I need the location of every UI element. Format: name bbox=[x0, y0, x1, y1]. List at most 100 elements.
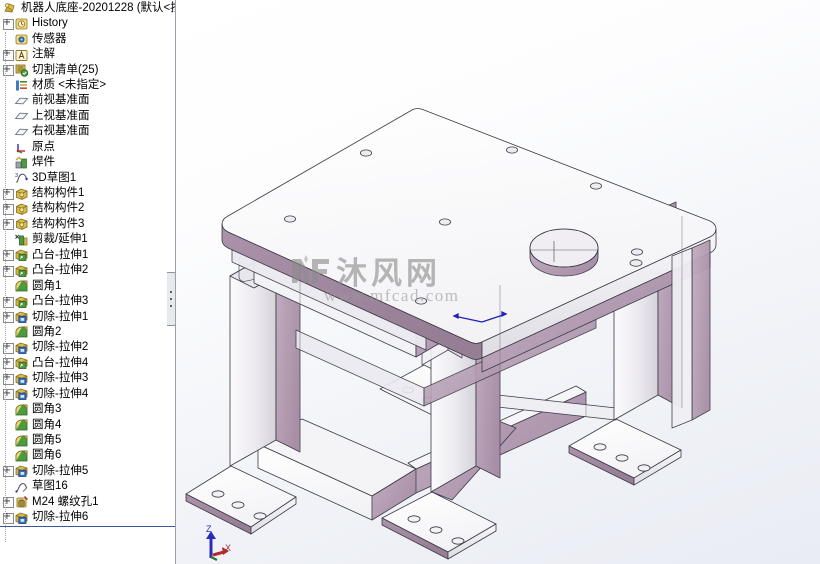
expand-toggle-icon[interactable] bbox=[2, 248, 14, 262]
axis-label-z: Z bbox=[206, 524, 212, 534]
tree-item-10[interactable]: 焊件 bbox=[0, 155, 175, 170]
expand-toggle-icon[interactable] bbox=[2, 16, 14, 30]
leg-far-corner bbox=[671, 239, 711, 429]
tree-item-label: 切除-拉伸4 bbox=[32, 387, 89, 400]
expand-toggle-icon[interactable] bbox=[2, 371, 14, 385]
tree-item-8[interactable]: 右视基准面 bbox=[0, 124, 175, 139]
plane-icon bbox=[14, 125, 29, 139]
expand-toggle-icon[interactable] bbox=[2, 47, 14, 61]
tree-item-label: 圆角6 bbox=[32, 449, 62, 462]
structural-member-icon bbox=[14, 202, 29, 216]
tree-item-label: 草图16 bbox=[32, 480, 68, 493]
tree-item-30[interactable]: 切除-拉伸5 bbox=[0, 464, 175, 479]
splitter-grip-dot bbox=[170, 298, 172, 300]
tree-item-32[interactable]: M24 螺纹孔1 bbox=[0, 495, 175, 510]
tree-item-29[interactable]: 圆角6 bbox=[0, 448, 175, 463]
tree-item-4[interactable]: 切割清单(25) bbox=[0, 62, 175, 77]
tree-item-9[interactable]: 原点 bbox=[0, 140, 175, 155]
tree-item-5[interactable]: 材质 <未指定> bbox=[0, 78, 175, 93]
feature-tree-scroll-area[interactable]: 机器人底座-20201228 (默认<按 History 传感器注解切割清单(25… bbox=[0, 0, 175, 564]
boss-extrude-icon bbox=[14, 295, 29, 309]
tree-item-3[interactable]: 注解 bbox=[0, 47, 175, 62]
tree-item-33[interactable]: 切除-拉伸6 bbox=[0, 510, 175, 525]
tree-item-16[interactable]: 凸台-拉伸1 bbox=[0, 248, 175, 263]
tree-item-12[interactable]: 结构构件1 bbox=[0, 186, 175, 201]
tree-item-2[interactable]: 传感器 bbox=[0, 31, 175, 46]
tree-item-label: 切除-拉伸5 bbox=[32, 464, 89, 477]
tree-item-label: 圆角3 bbox=[32, 403, 62, 416]
tree-item-20[interactable]: 切除-拉伸1 bbox=[0, 309, 175, 324]
tree-item-label: 切除-拉伸6 bbox=[32, 511, 89, 524]
tree-item-7[interactable]: 上视基准面 bbox=[0, 109, 175, 124]
tree-item-18[interactable]: 圆角1 bbox=[0, 278, 175, 293]
tree-item-28[interactable]: 圆角5 bbox=[0, 433, 175, 448]
trim-extend-icon bbox=[14, 233, 29, 247]
tree-item-23[interactable]: 凸台-拉伸4 bbox=[0, 356, 175, 371]
expand-toggle-icon[interactable] bbox=[2, 263, 14, 277]
plane-icon bbox=[14, 94, 29, 108]
tree-item-label: 右视基准面 bbox=[32, 125, 90, 138]
svg-text:3: 3 bbox=[15, 173, 18, 179]
tree-item-label: 结构构件1 bbox=[32, 187, 85, 200]
tree-item-1[interactable]: History bbox=[0, 16, 175, 31]
tree-item-15[interactable]: 剪裁/延伸1 bbox=[0, 232, 175, 247]
expand-toggle-icon[interactable] bbox=[2, 340, 14, 354]
fillet-icon bbox=[14, 279, 29, 293]
expand-toggle-icon[interactable] bbox=[2, 387, 14, 401]
tree-item-label: 圆角4 bbox=[32, 418, 62, 431]
tree-item-label: 上视基准面 bbox=[32, 109, 90, 122]
tree-item-6[interactable]: 前视基准面 bbox=[0, 93, 175, 108]
expand-toggle-icon[interactable] bbox=[2, 201, 14, 215]
tree-item-14[interactable]: 结构构件3 bbox=[0, 217, 175, 232]
hole-wizard-icon bbox=[14, 495, 29, 509]
panel-splitter-handle[interactable] bbox=[167, 272, 175, 326]
tree-item-26[interactable]: 圆角3 bbox=[0, 402, 175, 417]
fillet-icon bbox=[14, 434, 29, 448]
cut-extrude-icon bbox=[14, 387, 29, 401]
cut-list-icon bbox=[14, 63, 29, 77]
tree-item-31[interactable]: 草图16 bbox=[0, 479, 175, 494]
tree-item-21[interactable]: 圆角2 bbox=[0, 325, 175, 340]
cad-model-robot-base[interactable] bbox=[176, 0, 820, 564]
feature-manager-panel[interactable]: 机器人底座-20201228 (默认<按 History 传感器注解切割清单(25… bbox=[0, 0, 176, 564]
tree-item-label: 材质 <未指定> bbox=[32, 78, 107, 91]
expand-toggle-icon[interactable] bbox=[2, 495, 14, 509]
tree-item-22[interactable]: 切除-拉伸2 bbox=[0, 340, 175, 355]
foot-plate-right bbox=[568, 418, 682, 486]
expand-toggle-icon[interactable] bbox=[2, 356, 14, 370]
expand-toggle-icon[interactable] bbox=[2, 294, 14, 308]
tree-item-label: 传感器 bbox=[32, 32, 67, 45]
tree-item-label: History bbox=[32, 17, 68, 30]
expand-toggle-icon[interactable] bbox=[2, 310, 14, 324]
tree-item-27[interactable]: 圆角4 bbox=[0, 417, 175, 432]
graphics-viewport[interactable]: 沐风网 www.mfcad.com Z X bbox=[176, 0, 820, 564]
expand-toggle-icon[interactable] bbox=[2, 464, 14, 478]
tree-item-label: 凸台-拉伸3 bbox=[32, 295, 89, 308]
tree-item-17[interactable]: 凸台-拉伸2 bbox=[0, 263, 175, 278]
tree-item-24[interactable]: 切除-拉伸3 bbox=[0, 371, 175, 386]
expand-toggle-icon[interactable] bbox=[2, 186, 14, 200]
structural-member-icon bbox=[14, 187, 29, 201]
tree-root-document[interactable]: 机器人底座-20201228 (默认<按 bbox=[0, 0, 175, 16]
tree-item-25[interactable]: 切除-拉伸4 bbox=[0, 387, 175, 402]
feature-tree-rows[interactable]: History 传感器注解切割清单(25) 材质 <未指定> 前视基准面上视基准面右视… bbox=[0, 16, 175, 542]
expand-toggle-icon[interactable] bbox=[2, 63, 14, 77]
sketch-icon bbox=[14, 480, 29, 494]
expand-toggle-icon[interactable] bbox=[2, 217, 14, 231]
tree-item-label: 圆角2 bbox=[32, 325, 62, 338]
tree-item-label: 切除-拉伸2 bbox=[32, 341, 89, 354]
material-icon bbox=[14, 78, 29, 92]
tree-item-label: 凸台-拉伸2 bbox=[32, 264, 89, 277]
fillet-icon bbox=[14, 403, 29, 417]
tree-item-11[interactable]: 3 3D草图1 bbox=[0, 170, 175, 185]
expand-toggle-icon[interactable] bbox=[2, 510, 14, 524]
tree-item-19[interactable]: 凸台-拉伸3 bbox=[0, 294, 175, 309]
tree-item-13[interactable]: 结构构件2 bbox=[0, 201, 175, 216]
tree-item-label: 前视基准面 bbox=[32, 94, 90, 107]
